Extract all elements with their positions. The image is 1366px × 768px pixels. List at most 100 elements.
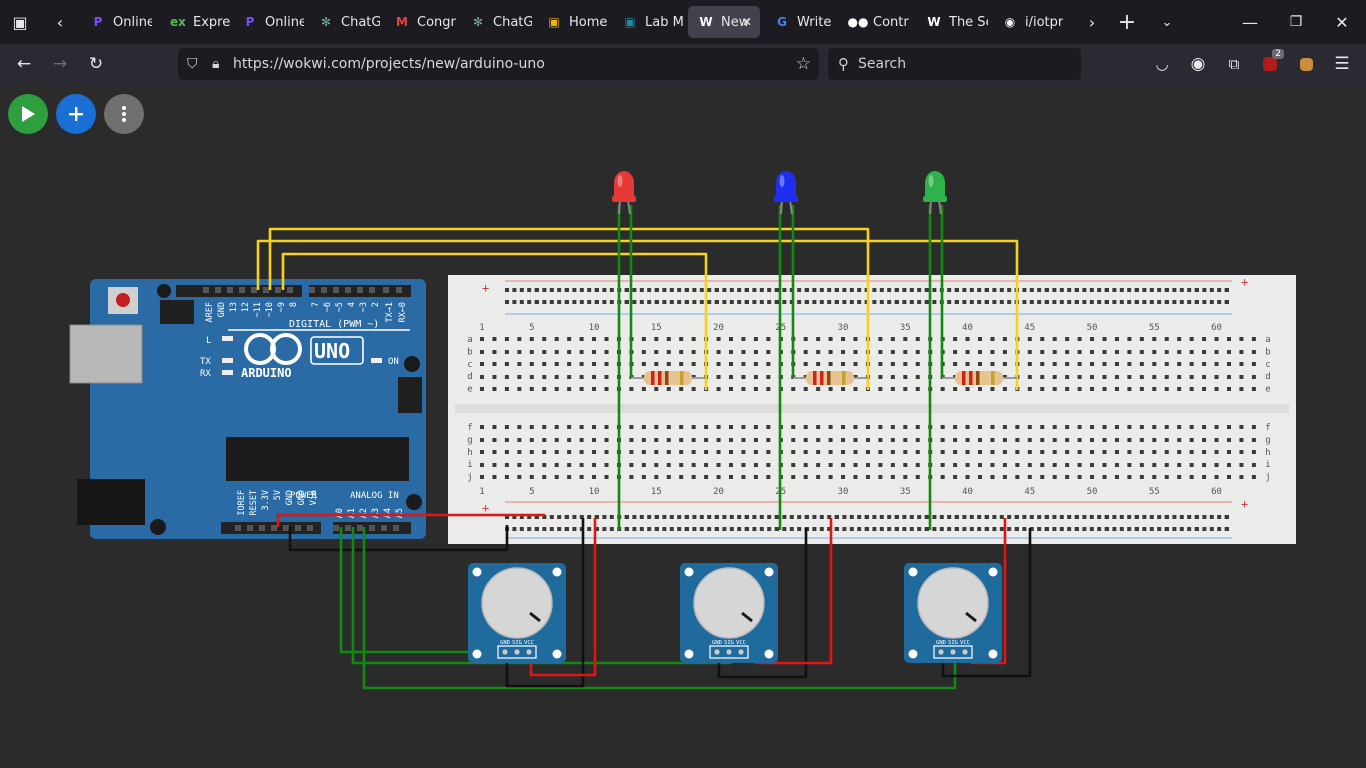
tab-12[interactable]: ◉ i/iotpr xyxy=(992,6,1064,38)
header-pin[interactable] xyxy=(369,287,375,293)
potentiometer-2[interactable]: GND SIG VCC xyxy=(680,563,778,663)
breadboard[interactable]: + + + + 11551010151520202525303035354040… xyxy=(448,275,1296,544)
pocket-icon[interactable]: ◡ xyxy=(1146,48,1178,80)
restore-icon[interactable]: ❐ xyxy=(1280,6,1312,38)
header-pin[interactable] xyxy=(215,287,221,293)
header-pin[interactable] xyxy=(369,525,375,531)
tab-1[interactable]: ex Express xyxy=(160,6,230,38)
close-tab-icon[interactable]: ✕ xyxy=(742,15,752,29)
reload-icon[interactable]: ↻ xyxy=(80,48,112,80)
pot-pin[interactable] xyxy=(502,649,508,655)
header-pin[interactable] xyxy=(287,287,293,293)
pot-pin[interactable] xyxy=(962,649,968,655)
tab-7[interactable]: ▣ Lab M xyxy=(612,6,684,38)
led-1[interactable] xyxy=(612,171,636,215)
header-pin[interactable] xyxy=(321,287,327,293)
pot-pin[interactable] xyxy=(726,649,732,655)
header-pin[interactable] xyxy=(271,525,277,531)
reset-button-cap[interactable] xyxy=(116,293,130,307)
pot-pin[interactable] xyxy=(526,649,532,655)
pot-knob[interactable] xyxy=(481,567,553,639)
tab-5[interactable]: ✻ ChatGPT xyxy=(460,6,532,38)
account-icon[interactable]: ◉ xyxy=(1182,48,1214,80)
potentiometer-1[interactable]: GND SIG VCC xyxy=(468,563,566,663)
minimize-icon[interactable]: — xyxy=(1234,6,1266,38)
header-pin[interactable] xyxy=(345,525,351,531)
ublock-icon[interactable]: 2 xyxy=(1254,48,1286,80)
header-pin[interactable] xyxy=(263,287,269,293)
row-letter: e xyxy=(1265,385,1270,395)
usb-port xyxy=(69,324,143,384)
pot-pin[interactable] xyxy=(514,649,520,655)
header-pin[interactable] xyxy=(383,287,389,293)
header-pin[interactable] xyxy=(275,287,281,293)
scroll-tabs-left-icon[interactable]: ‹ xyxy=(44,6,76,38)
arduino-uno[interactable]: DIGITAL (PWM ~) UNO ARDUINO L TX RX ON P… xyxy=(69,279,426,539)
scroll-tabs-right-icon[interactable]: › xyxy=(1076,6,1108,38)
column-number: 50 xyxy=(1087,323,1098,333)
tab-9[interactable]: G Write xyxy=(764,6,836,38)
tab-6[interactable]: ▣ Home xyxy=(536,6,608,38)
forward-icon[interactable]: → xyxy=(44,48,76,80)
search-bar[interactable]: ⚲ Search xyxy=(828,48,1081,80)
header-pin[interactable] xyxy=(381,525,387,531)
tab-8[interactable]: W New ✕ xyxy=(688,6,760,38)
pot-pin[interactable] xyxy=(950,649,956,655)
extensions-icon[interactable]: ⧉ xyxy=(1218,48,1250,80)
header-pin[interactable] xyxy=(259,525,265,531)
header-pin[interactable] xyxy=(283,525,289,531)
uno-label: UNO xyxy=(314,339,350,363)
pot-pin[interactable] xyxy=(738,649,744,655)
header-pin[interactable] xyxy=(396,287,402,293)
led-3[interactable] xyxy=(923,171,947,215)
hamburger-menu-icon[interactable]: ☰ xyxy=(1326,48,1358,80)
tab-list-icon[interactable]: ▣ xyxy=(4,6,36,38)
url-text[interactable]: https://wokwi.com/projects/new/arduino-u… xyxy=(233,56,545,72)
header-pin[interactable] xyxy=(357,525,363,531)
back-icon[interactable]: ← xyxy=(8,48,40,80)
tab-3[interactable]: ✻ ChatGPT xyxy=(308,6,380,38)
list-all-tabs-icon[interactable]: ⌄ xyxy=(1151,6,1183,38)
tab-0[interactable]: P Online xyxy=(80,6,152,38)
row-letter: i xyxy=(1265,460,1270,470)
pin-label: A5 xyxy=(395,508,405,518)
search-input[interactable]: Search xyxy=(858,56,906,72)
header-pin[interactable] xyxy=(251,287,257,293)
tab-11[interactable]: W The Se xyxy=(916,6,988,38)
header-pin[interactable] xyxy=(295,525,301,531)
header-pin[interactable] xyxy=(309,287,315,293)
header-pin[interactable] xyxy=(227,287,233,293)
header-pin[interactable] xyxy=(235,525,241,531)
header-pin[interactable] xyxy=(393,525,399,531)
pot-knob[interactable] xyxy=(693,567,765,639)
pot-knob[interactable] xyxy=(917,567,989,639)
address-bar[interactable]: ⛉ 🔒︎ https://wokwi.com/projects/new/ardu… xyxy=(178,48,819,80)
pin-label: ~6 xyxy=(323,302,333,312)
tab-10[interactable]: ●● Contr xyxy=(840,6,912,38)
simulator-canvas[interactable]: DIGITAL (PWM ~) UNO ARDUINO L TX RX ON P… xyxy=(0,85,1366,768)
header-pin[interactable] xyxy=(239,287,245,293)
bookmark-star-icon[interactable]: ☆ xyxy=(796,54,811,74)
header-pin[interactable] xyxy=(333,525,339,531)
header-pin[interactable] xyxy=(345,287,351,293)
pin-label: 3.3V xyxy=(261,490,271,510)
close-window-icon[interactable]: ✕ xyxy=(1326,6,1358,38)
led-2[interactable] xyxy=(774,171,798,215)
extension-avatar-icon[interactable] xyxy=(1290,48,1322,80)
header-pin[interactable] xyxy=(333,287,339,293)
new-tab-icon[interactable]: + xyxy=(1111,6,1143,38)
header-pin[interactable] xyxy=(357,287,363,293)
resistors[interactable] xyxy=(631,371,1017,385)
header-pin[interactable] xyxy=(247,525,253,531)
pot-pin[interactable] xyxy=(714,649,720,655)
circuit-diagram: DIGITAL (PWM ~) UNO ARDUINO L TX RX ON P… xyxy=(69,171,1296,690)
header-pin[interactable] xyxy=(307,525,313,531)
header-pin[interactable] xyxy=(203,287,209,293)
row-letter: c xyxy=(1265,360,1270,370)
shield-icon[interactable]: ⛉ xyxy=(187,56,203,72)
lock-icon[interactable]: 🔒︎ xyxy=(212,56,226,72)
potentiometer-3[interactable]: GND SIG VCC xyxy=(904,563,1002,663)
tab-4[interactable]: M Congr xyxy=(384,6,456,38)
pot-pin[interactable] xyxy=(938,649,944,655)
tab-2[interactable]: P Online xyxy=(232,6,304,38)
